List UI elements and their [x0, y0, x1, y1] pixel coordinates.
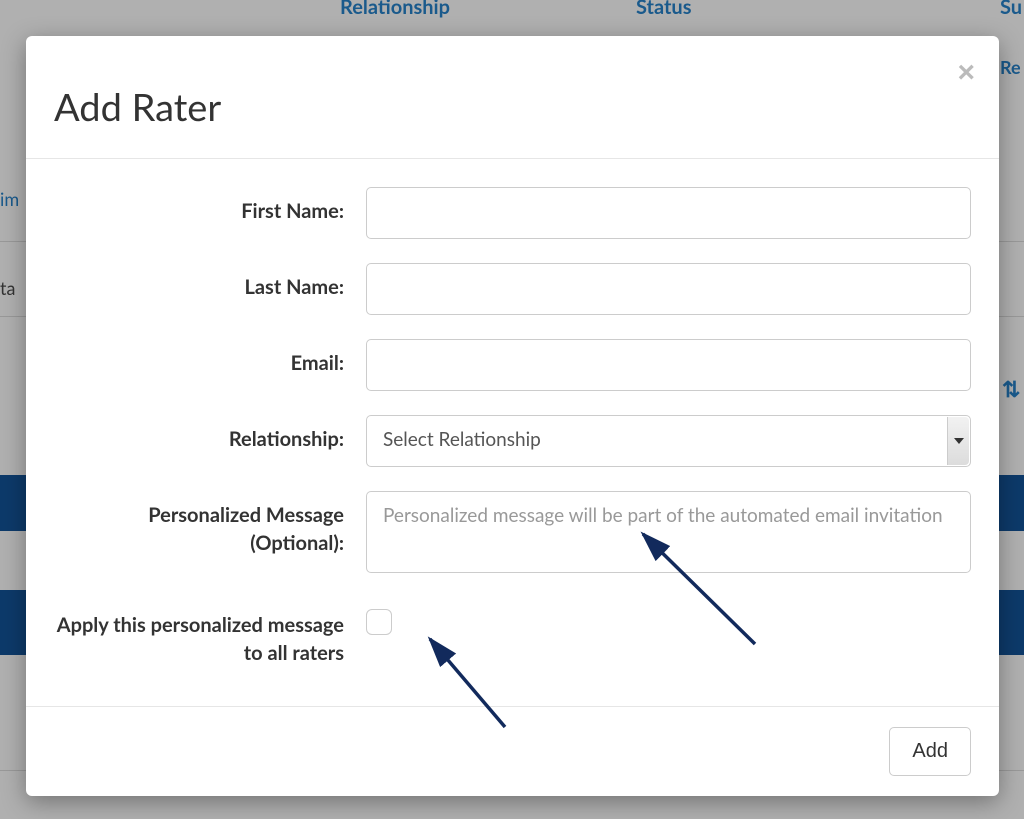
apply-all-label: Apply this personalized message to all r… — [54, 601, 366, 667]
apply-all-row: Apply this personalized message to all r… — [54, 601, 971, 667]
personalized-message-row: Personalized Message (Optional): — [54, 491, 971, 577]
add-button[interactable]: Add — [889, 727, 971, 776]
close-button[interactable]: × — [957, 58, 975, 88]
sort-icon: ⇅ — [1002, 375, 1020, 403]
personalized-message-input[interactable] — [366, 491, 971, 573]
bg-text-ta: ta — [0, 277, 15, 299]
modal-body: First Name: Last Name: Email: Relationsh… — [26, 159, 999, 701]
first-name-input[interactable] — [366, 187, 971, 239]
email-input[interactable] — [366, 339, 971, 391]
bg-link-im: im — [0, 188, 19, 210]
modal-header: Add Rater × — [26, 36, 999, 159]
first-name-label: First Name: — [54, 187, 366, 225]
email-label: Email: — [54, 339, 366, 377]
relationship-label: Relationship: — [54, 415, 366, 453]
modal-footer: Add — [26, 706, 999, 796]
add-rater-modal: Add Rater × First Name: Last Name: Email… — [26, 36, 999, 796]
relationship-select[interactable]: Select Relationship — [366, 415, 971, 467]
modal-title: Add Rater — [54, 84, 971, 130]
bg-tab-status: Status — [636, 0, 692, 19]
last-name-input[interactable] — [366, 263, 971, 315]
relationship-row: Relationship: Select Relationship — [54, 415, 971, 467]
personalized-message-label: Personalized Message (Optional): — [54, 491, 366, 557]
last-name-label: Last Name: — [54, 263, 366, 301]
bg-tab-su: Su — [1000, 0, 1022, 19]
first-name-row: First Name: — [54, 187, 971, 239]
last-name-row: Last Name: — [54, 263, 971, 315]
email-row: Email: — [54, 339, 971, 391]
bg-tab-relationship: Relationship — [340, 0, 450, 19]
bg-link-re: Re — [1000, 56, 1021, 78]
close-icon: × — [957, 56, 975, 89]
apply-all-checkbox[interactable] — [366, 609, 392, 635]
